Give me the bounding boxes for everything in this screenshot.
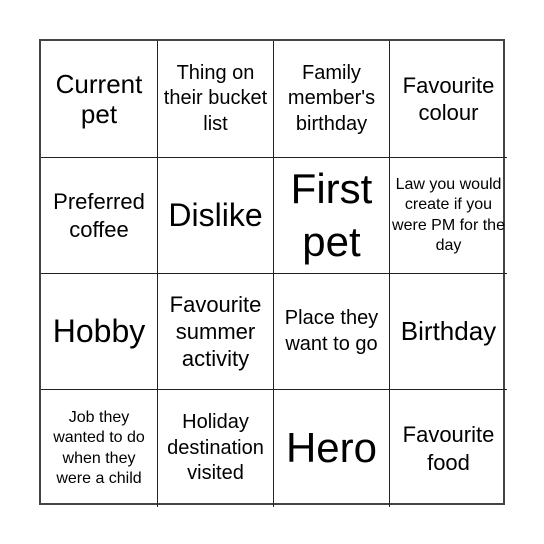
cell-label: First pet	[290, 165, 373, 265]
cell-label: Favourite food	[402, 422, 495, 475]
cell-label: Thing on their bucket list	[163, 61, 268, 135]
cell-label: Current pet	[55, 68, 143, 129]
cell-label: Law you would create if you were PM for …	[392, 175, 505, 254]
bingo-cell[interactable]: Favourite food	[390, 390, 507, 507]
cell-label: Hero	[285, 424, 378, 472]
cell-label: Favourite summer activity	[169, 291, 262, 372]
bingo-cell[interactable]: Birthday	[390, 274, 507, 390]
bingo-cell[interactable]: Place they want to go	[274, 274, 390, 390]
bingo-board: Current pet Thing on their bucket list F…	[39, 39, 507, 507]
bingo-cell[interactable]: Holiday destination visited	[158, 390, 274, 507]
bingo-cell[interactable]: Favourite colour	[390, 41, 507, 158]
bingo-cell[interactable]: Job they wanted to do when they were a c…	[41, 390, 158, 507]
bingo-cell[interactable]: Hero	[274, 390, 390, 507]
bingo-cell[interactable]: Hobby	[41, 274, 158, 390]
bingo-cell[interactable]: First pet	[274, 158, 390, 274]
bingo-cell[interactable]: Dislike	[158, 158, 274, 274]
cell-label: Hobby	[52, 312, 146, 349]
cell-label: Favourite colour	[402, 72, 495, 125]
cell-label: Holiday destination visited	[167, 411, 264, 485]
bingo-cell[interactable]: Current pet	[41, 41, 158, 158]
bingo-cell[interactable]: Law you would create if you were PM for …	[390, 158, 507, 274]
cell-label: Birthday	[400, 316, 497, 347]
cell-label: Preferred coffee	[53, 189, 145, 242]
bingo-cell[interactable]: Thing on their bucket list	[158, 41, 274, 158]
bingo-cell[interactable]: Favourite summer activity	[158, 274, 274, 390]
bingo-cell[interactable]: Preferred coffee	[41, 158, 158, 274]
cell-label: Family member's birthday	[287, 61, 376, 135]
bingo-cell[interactable]: Family member's birthday	[274, 41, 390, 158]
cell-label: Place they want to go	[284, 307, 379, 355]
cell-label: Job they wanted to do when they were a c…	[53, 408, 145, 487]
cell-label: Dislike	[168, 196, 263, 233]
